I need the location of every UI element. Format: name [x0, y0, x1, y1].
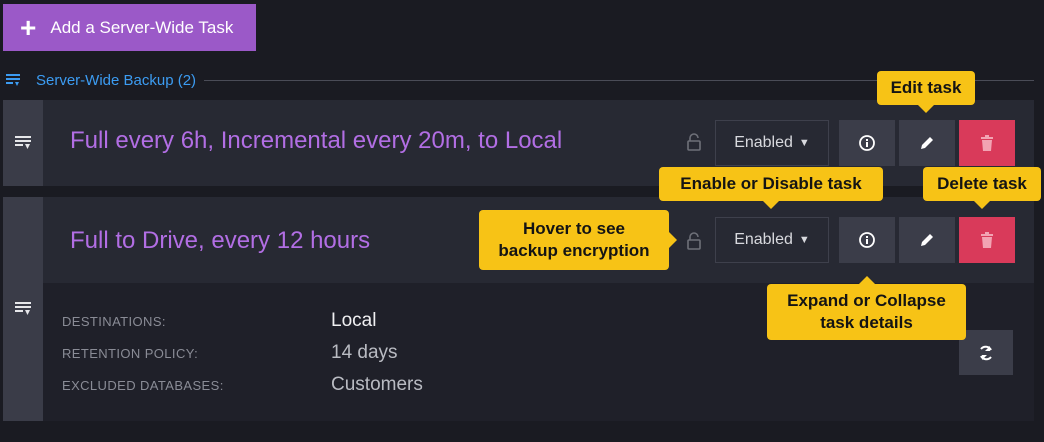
- backup-section-icon: [6, 74, 20, 86]
- collapse-toggle[interactable]: [3, 197, 43, 421]
- lock-icon[interactable]: [686, 232, 702, 250]
- info-icon: [859, 232, 875, 248]
- lock-icon[interactable]: [686, 133, 702, 151]
- info-icon: [859, 135, 875, 151]
- retention-label: RETENTION POLICY:: [62, 346, 199, 361]
- edit-button[interactable]: [899, 217, 955, 263]
- callout-hover-encryption: Hover to see backup encryption: [479, 210, 677, 270]
- pencil-icon: [921, 137, 933, 149]
- trash-icon: [981, 135, 993, 151]
- callout-edit-task: Edit task: [877, 71, 975, 113]
- state-dropdown[interactable]: Enabled ▼: [715, 120, 829, 166]
- backup-task-icon: [15, 302, 31, 315]
- collapse-toggle[interactable]: [3, 100, 43, 186]
- callout-enable-disable: Enable or Disable task: [659, 167, 883, 209]
- callout-expand-collapse: Expand or Collapse task details: [767, 276, 966, 340]
- add-task-label: Add a Server-Wide Task: [50, 17, 234, 37]
- delete-button[interactable]: [959, 120, 1015, 166]
- state-value: Enabled: [734, 231, 793, 248]
- state-value: Enabled: [734, 134, 793, 151]
- task-title[interactable]: Full to Drive, every 12 hours: [70, 227, 370, 255]
- edit-button[interactable]: [899, 120, 955, 166]
- excluded-label: EXCLUDED DATABASES:: [62, 378, 224, 393]
- details-button[interactable]: [839, 217, 895, 263]
- chevron-down-icon: ▼: [798, 234, 810, 246]
- destinations-value: Local: [331, 310, 377, 331]
- task-title[interactable]: Full every 6h, Incremental every 20m, to…: [70, 127, 562, 155]
- refresh-button[interactable]: [959, 330, 1013, 375]
- section-title[interactable]: Server-Wide Backup (2): [36, 72, 196, 89]
- plus-icon: +: [20, 11, 37, 43]
- refresh-icon: [980, 345, 992, 360]
- callout-delete-task: Delete task: [923, 167, 1041, 209]
- chevron-down-icon: ▼: [798, 137, 810, 149]
- details-button[interactable]: [839, 120, 895, 166]
- trash-icon: [981, 232, 993, 248]
- state-dropdown[interactable]: Enabled ▼: [715, 217, 829, 263]
- delete-button[interactable]: [959, 217, 1015, 263]
- retention-value: 14 days: [331, 342, 398, 363]
- excluded-value: Customers: [331, 374, 423, 395]
- destinations-label: DESTINATIONS:: [62, 314, 166, 329]
- pencil-icon: [921, 234, 933, 246]
- add-server-wide-task-button[interactable]: + Add a Server-Wide Task: [3, 4, 256, 51]
- backup-task-icon: [15, 136, 31, 149]
